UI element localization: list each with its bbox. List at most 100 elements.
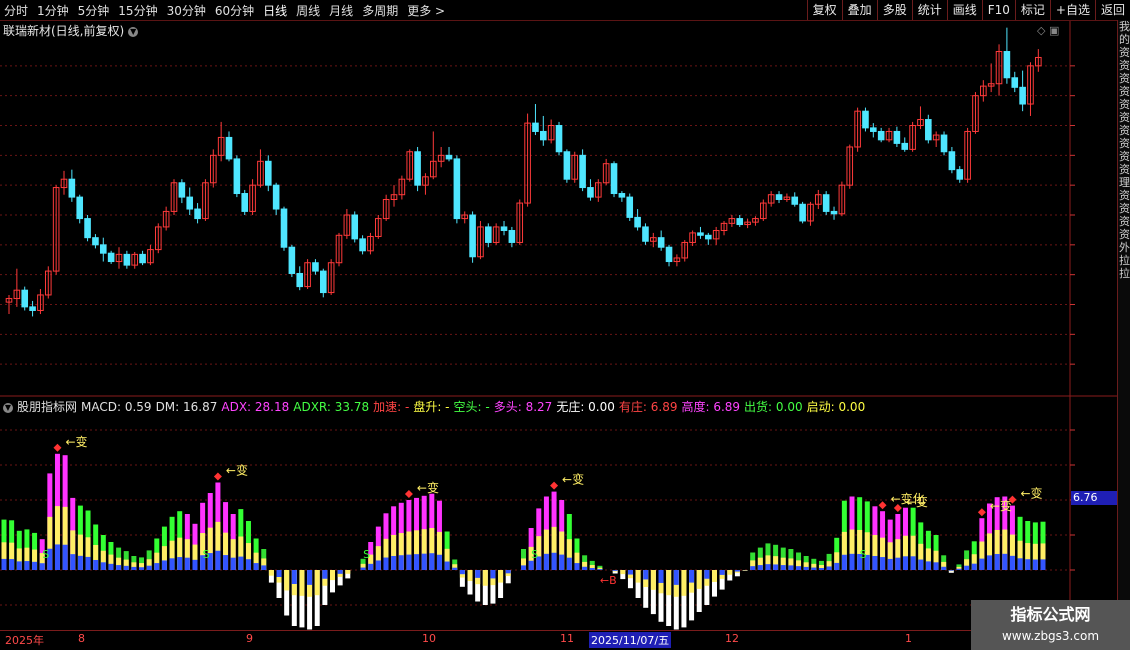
candle[interactable]: [359, 235, 366, 255]
candle[interactable]: [783, 193, 791, 202]
candle[interactable]: [587, 179, 594, 201]
period-tab[interactable]: 60分钟: [215, 2, 254, 19]
indicator-bar[interactable]: [910, 507, 916, 570]
period-tab[interactable]: 30分钟: [167, 2, 206, 19]
indicator-bar[interactable]: [261, 549, 267, 570]
indicator-bar[interactable]: [742, 570, 748, 571]
indicator-bar[interactable]: [238, 509, 244, 570]
candle[interactable]: [52, 185, 60, 275]
candle[interactable]: [540, 115, 547, 146]
period-tab[interactable]: 15分钟: [118, 2, 157, 19]
indicator-bar[interactable]: [979, 518, 985, 570]
indicator-bar[interactable]: [192, 523, 198, 570]
indicator-bar[interactable]: [582, 555, 588, 570]
indicator-bar[interactable]: [902, 507, 908, 570]
indicator-bar[interactable]: [62, 455, 68, 570]
indicator-bar[interactable]: [727, 570, 733, 581]
indicator-bar[interactable]: [887, 519, 893, 570]
indicator-bar[interactable]: [620, 570, 626, 580]
candle[interactable]: [901, 137, 909, 152]
candle[interactable]: [705, 232, 712, 245]
candle[interactable]: [948, 146, 956, 174]
indicator-bar[interactable]: [146, 550, 152, 570]
candle[interactable]: [351, 211, 359, 243]
candle[interactable]: [563, 149, 571, 183]
indicator-bar[interactable]: [521, 549, 526, 570]
candle[interactable]: [453, 155, 461, 224]
candle[interactable]: [689, 230, 696, 247]
candle[interactable]: [736, 215, 744, 227]
indicator-bar[interactable]: [1009, 505, 1015, 570]
candle[interactable]: [217, 121, 225, 162]
candle[interactable]: [760, 199, 767, 221]
candle[interactable]: [123, 250, 131, 269]
indicator-bar[interactable]: [414, 497, 420, 570]
indicator-bar[interactable]: [345, 570, 351, 579]
indicator-bar[interactable]: [849, 496, 855, 571]
indicator-bar[interactable]: [330, 570, 336, 593]
indicator-bar[interactable]: [154, 538, 160, 571]
candle[interactable]: [194, 203, 201, 224]
indicator-bar[interactable]: [666, 570, 672, 626]
indicator-bar[interactable]: [383, 513, 389, 570]
candle[interactable]: [492, 223, 500, 245]
candle[interactable]: [681, 240, 689, 262]
indicator-bar[interactable]: [788, 549, 794, 570]
indicator-bar[interactable]: [307, 570, 313, 630]
candle[interactable]: [862, 107, 869, 132]
indicator-bar[interactable]: [490, 570, 496, 604]
candle[interactable]: [178, 179, 186, 204]
period-tab[interactable]: 更多 >: [407, 2, 445, 19]
indicator-bar[interactable]: [291, 570, 297, 626]
candle[interactable]: [170, 179, 178, 215]
candle[interactable]: [995, 44, 1003, 96]
stock-title[interactable]: 联瑞新材(日线,前复权) ▼: [3, 22, 139, 39]
candle[interactable]: [877, 127, 885, 143]
indicator-bar[interactable]: [93, 524, 99, 571]
indicator-bar[interactable]: [734, 570, 740, 577]
indicator-bar[interactable]: [505, 570, 511, 584]
indicator-bar[interactable]: [826, 553, 832, 570]
candle[interactable]: [319, 268, 327, 298]
indicator-bar[interactable]: [314, 570, 320, 626]
candle[interactable]: [673, 254, 681, 267]
candle[interactable]: [461, 211, 469, 224]
candle[interactable]: [807, 201, 814, 226]
indicator-bar[interactable]: [627, 570, 633, 589]
indicator-bar[interactable]: [77, 505, 83, 570]
indicator-bar[interactable]: [223, 502, 229, 570]
candle[interactable]: [202, 179, 209, 221]
candle[interactable]: [571, 151, 579, 183]
candle[interactable]: [422, 173, 429, 195]
toolbar-button[interactable]: F10: [981, 0, 1015, 20]
indicator-bar[interactable]: [299, 570, 305, 628]
candle[interactable]: [437, 146, 445, 168]
indicator-bar[interactable]: [169, 516, 175, 570]
indicator-bar[interactable]: [444, 531, 450, 571]
indicator-bar[interactable]: [139, 557, 145, 570]
candle[interactable]: [343, 209, 351, 239]
candle[interactable]: [767, 191, 775, 207]
candle[interactable]: [720, 220, 728, 236]
candle[interactable]: [485, 223, 492, 248]
indicator-bar[interactable]: [948, 570, 954, 573]
candle[interactable]: [1035, 49, 1042, 72]
toolbar-button[interactable]: 叠加: [841, 0, 877, 20]
indicator-bar[interactable]: [184, 514, 190, 570]
indicator-bar[interactable]: [322, 570, 328, 605]
candle[interactable]: [697, 226, 704, 239]
candle[interactable]: [406, 149, 414, 182]
candle[interactable]: [893, 126, 901, 147]
candle[interactable]: [744, 218, 751, 229]
candle[interactable]: [524, 113, 531, 207]
indicator-bar[interactable]: [215, 482, 221, 571]
indicator-bar[interactable]: [9, 520, 15, 570]
indicator-bar[interactable]: [268, 570, 274, 583]
chart-area[interactable]: ←变←变←变←变←变化←变 ←变←变S S S S S←B: [0, 0, 1130, 650]
indicator-bar[interactable]: [811, 558, 817, 570]
indicator-bar[interactable]: [574, 538, 580, 571]
indicator-bar[interactable]: [467, 570, 473, 595]
indicator-bar[interactable]: [108, 542, 114, 570]
candle[interactable]: [1027, 62, 1034, 116]
candle[interactable]: [469, 211, 476, 263]
